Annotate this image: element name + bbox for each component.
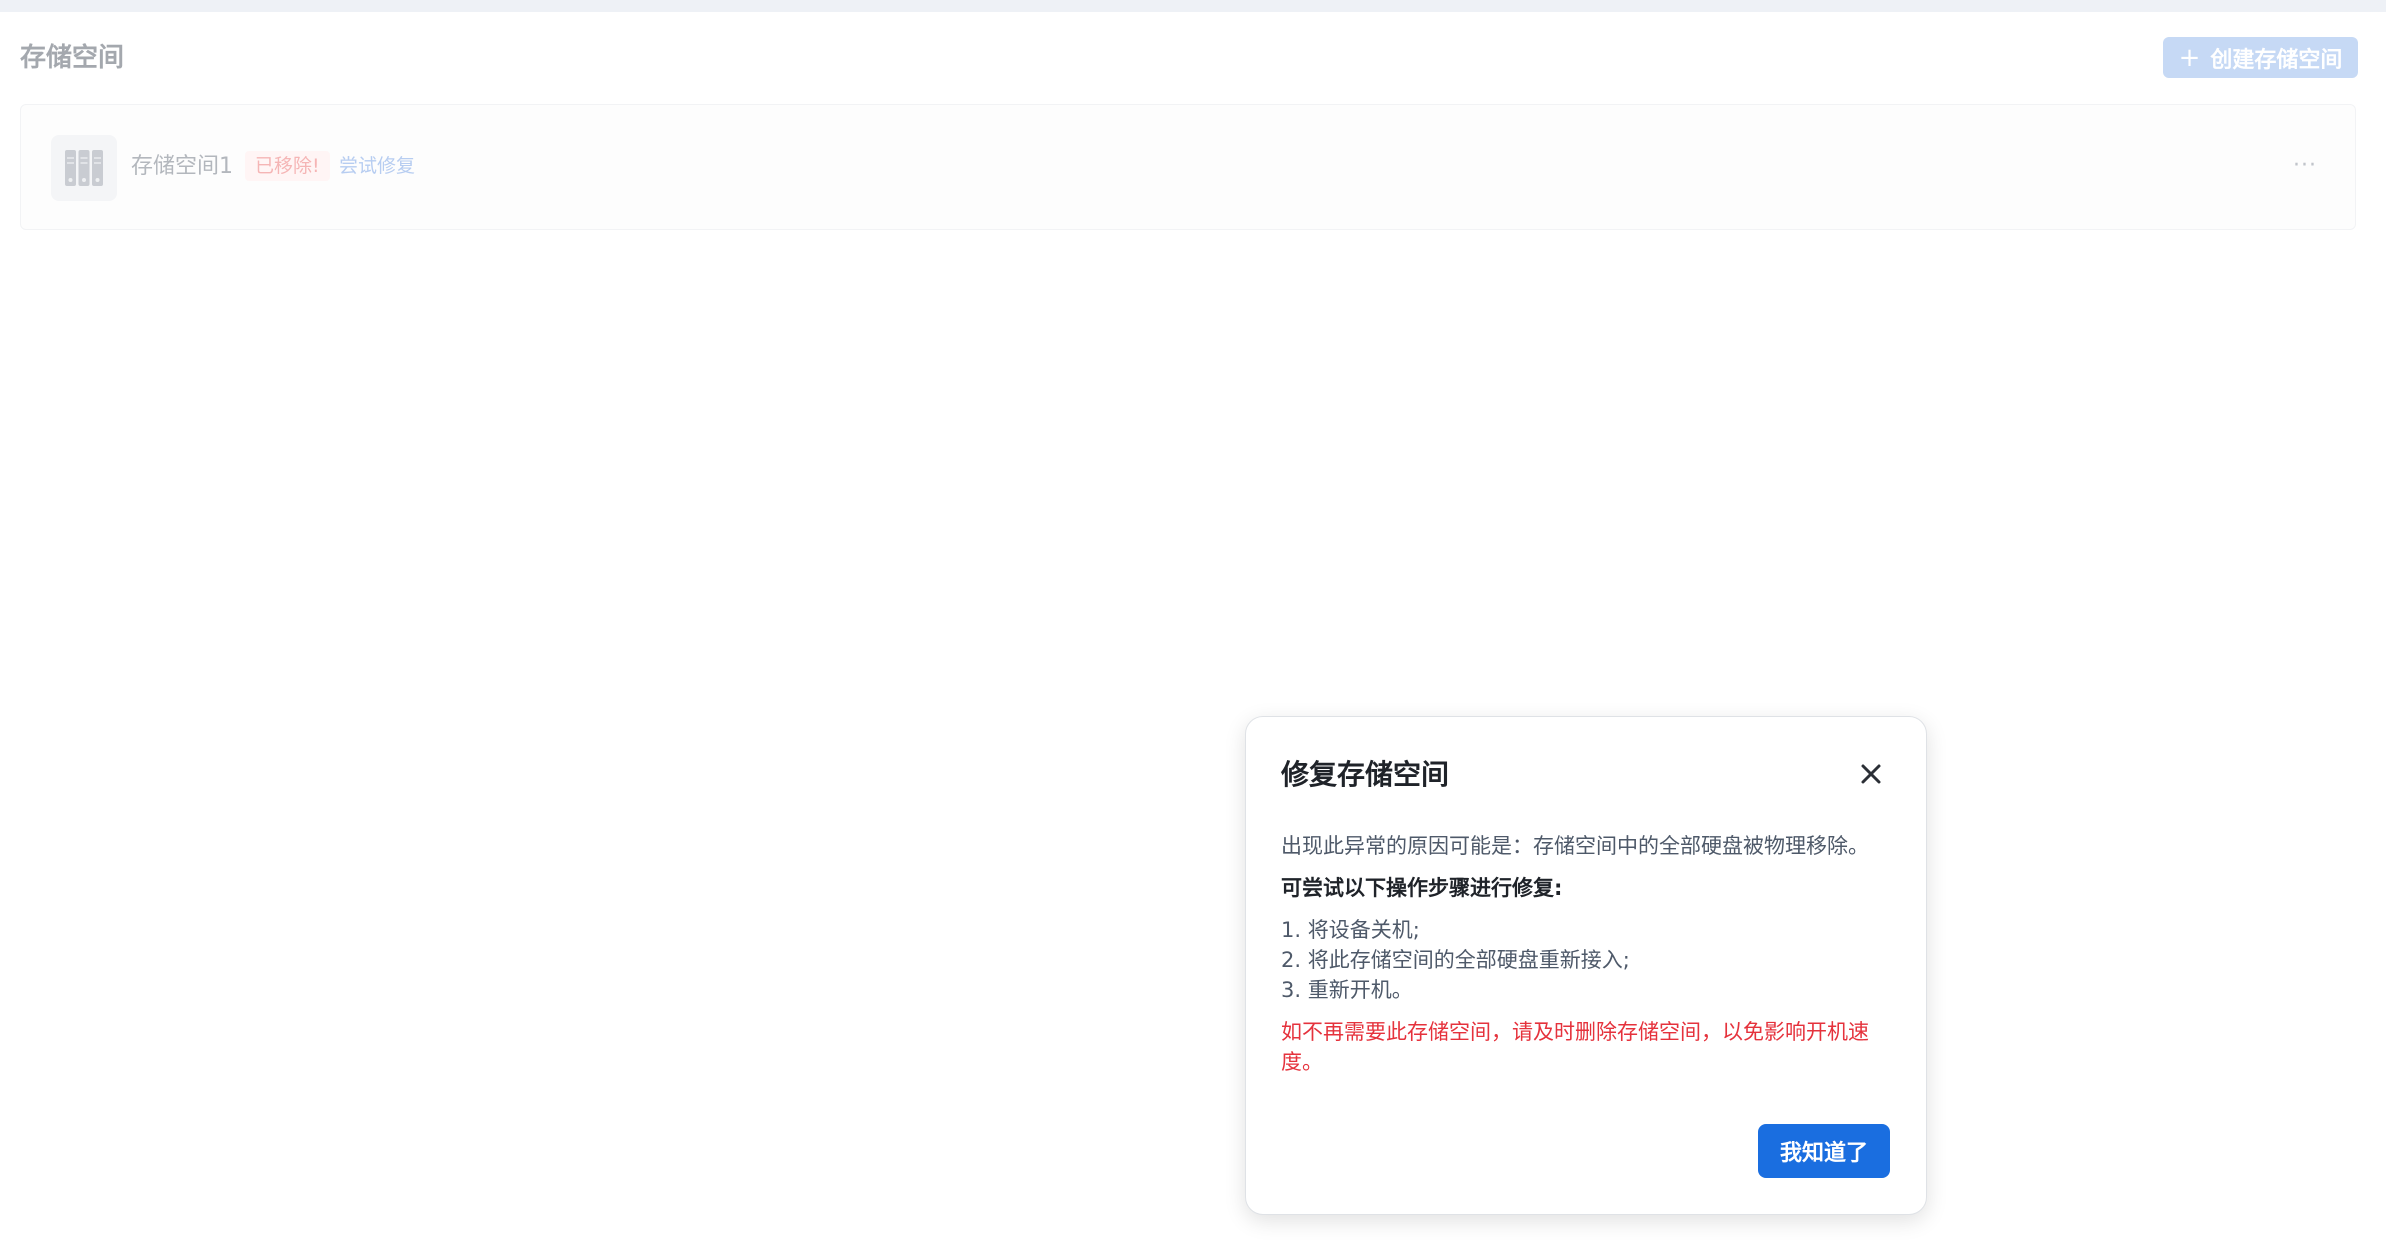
steps-list: 1. 将设备关机; 2. 将此存储空间的全部硬盘重新接入; 3. 重新开机。 bbox=[1281, 915, 1901, 1005]
step-item: 2. 将此存储空间的全部硬盘重新接入; bbox=[1281, 948, 1630, 972]
dialog-body: 出现此异常的原因可能是：存储空间中的全部硬盘被物理移除。 可尝试以下操作步骤进行… bbox=[1281, 831, 1901, 1077]
acknowledge-button[interactable]: 我知道了 bbox=[1758, 1124, 1890, 1178]
step-item: 3. 重新开机。 bbox=[1281, 978, 1413, 1002]
storage-disk-icon bbox=[51, 135, 117, 201]
storage-card[interactable]: 存储空间1 已移除! 尝试修复 ··· bbox=[20, 104, 2356, 230]
close-icon[interactable] bbox=[1856, 759, 1886, 789]
create-storage-button-label: 创建存储空间 bbox=[2210, 47, 2343, 73]
try-repair-link[interactable]: 尝试修复 bbox=[339, 151, 415, 181]
steps-title: 可尝试以下操作步骤进行修复: bbox=[1281, 876, 1563, 900]
reason-text: 出现此异常的原因可能是：存储空间中的全部硬盘被物理移除。 bbox=[1281, 834, 1869, 858]
warning-text: 如不再需要此存储空间，请及时删除存储空间，以免影响开机速度。 bbox=[1281, 1020, 1869, 1074]
storage-name: 存储空间1 bbox=[131, 154, 233, 179]
status-badge: 已移除! bbox=[245, 151, 330, 181]
plus-icon: + bbox=[2178, 42, 2201, 73]
repair-storage-dialog: 修复存储空间 出现此异常的原因可能是：存储空间中的全部硬盘被物理移除。 可尝试以… bbox=[1245, 716, 1927, 1215]
create-storage-button[interactable]: + 创建存储空间 bbox=[2163, 37, 2358, 78]
top-strip bbox=[0, 0, 2386, 12]
page-title: 存储空间 bbox=[20, 43, 125, 73]
step-item: 1. 将设备关机; bbox=[1281, 918, 1420, 942]
more-horizontal-icon[interactable]: ··· bbox=[2293, 151, 2317, 181]
dialog-title: 修复存储空间 bbox=[1281, 758, 1450, 791]
